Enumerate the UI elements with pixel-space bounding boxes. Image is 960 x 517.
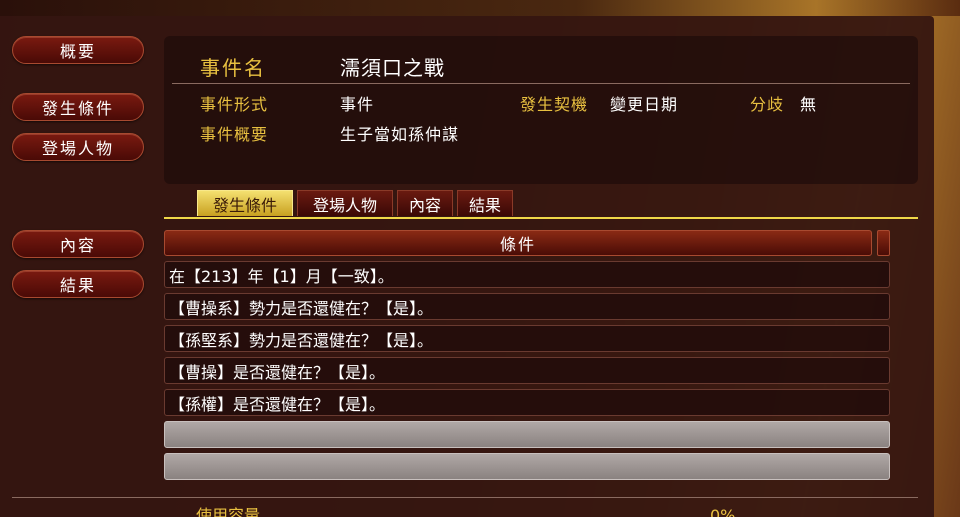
- sidebar-item-label: 結果: [59, 276, 96, 295]
- conditions-header: 條件: [164, 230, 872, 256]
- event-name-value: 濡須口之戰: [340, 56, 445, 80]
- sidebar-item-overview[interactable]: 概要: [12, 36, 144, 64]
- conditions-header-label: 條件: [499, 235, 536, 254]
- sidebar-item-result[interactable]: 結果: [12, 270, 144, 298]
- sidebar-item-label: 登場人物: [41, 139, 114, 158]
- sidebar-item-content[interactable]: 內容: [12, 230, 144, 258]
- condition-text: 在【213】年【1】月【一致】。: [169, 266, 394, 286]
- condition-row[interactable]: 【曹操系】勢力是否還健在？【是】。: [164, 293, 890, 320]
- scrollbar[interactable]: [877, 230, 890, 256]
- sidebar-item-label: 內容: [59, 236, 96, 255]
- tab-result[interactable]: 結果: [457, 190, 513, 216]
- condition-text: 【孫堅系】勢力是否還健在？【是】。: [169, 330, 434, 350]
- event-name-label: 事件名: [200, 56, 266, 80]
- sidebar-item-label: 概要: [59, 42, 96, 61]
- tab-label: 內容: [408, 195, 441, 215]
- condition-row-empty[interactable]: [164, 453, 890, 480]
- tab-content[interactable]: 內容: [397, 190, 453, 216]
- condition-text: 【曹操】是否還健在？【是】。: [169, 362, 386, 382]
- condition-row[interactable]: 【曹操】是否還健在？【是】。: [164, 357, 890, 384]
- event-form-label: 事件形式: [200, 95, 269, 114]
- background-band: [0, 0, 960, 16]
- sidebar-item-characters[interactable]: 登場人物: [12, 133, 144, 161]
- tabs-underline: [164, 217, 918, 219]
- tab-label: 結果: [468, 195, 501, 215]
- divider: [12, 497, 918, 498]
- event-form-value: 事件: [340, 95, 375, 114]
- tab-characters[interactable]: 登場人物: [297, 190, 393, 216]
- event-summary-value: 生子當如孫仲謀: [340, 125, 460, 144]
- sidebar-item-label: 發生條件: [41, 99, 114, 118]
- event-info-box: 事件名 濡須口之戰 事件形式 事件 發生契機 變更日期 分歧 無 事件概要 生子…: [164, 36, 918, 184]
- sidebar-item-conditions[interactable]: 發生條件: [12, 93, 144, 121]
- condition-text: 【曹操系】勢力是否還健在？【是】。: [169, 298, 434, 318]
- tab-label: 發生條件: [212, 195, 277, 215]
- event-branch-label: 分歧: [750, 95, 785, 114]
- condition-row[interactable]: 在【213】年【1】月【一致】。: [164, 261, 890, 288]
- condition-row[interactable]: 【孫權】是否還健在？【是】。: [164, 389, 890, 416]
- event-summary-label: 事件概要: [200, 125, 269, 144]
- event-trigger-label: 發生契機: [520, 95, 589, 114]
- event-branch-value: 無: [800, 95, 818, 114]
- condition-row[interactable]: 【孫堅系】勢力是否還健在？【是】。: [164, 325, 890, 352]
- condition-text: 【孫權】是否還健在？【是】。: [169, 394, 386, 414]
- capacity-label: 使用容量: [196, 507, 261, 517]
- tab-conditions[interactable]: 發生條件: [197, 190, 293, 216]
- condition-row-empty[interactable]: [164, 421, 890, 448]
- event-trigger-value: 變更日期: [610, 95, 679, 114]
- divider: [172, 83, 910, 84]
- tab-label: 登場人物: [312, 195, 377, 215]
- capacity-value: 0%: [710, 507, 736, 517]
